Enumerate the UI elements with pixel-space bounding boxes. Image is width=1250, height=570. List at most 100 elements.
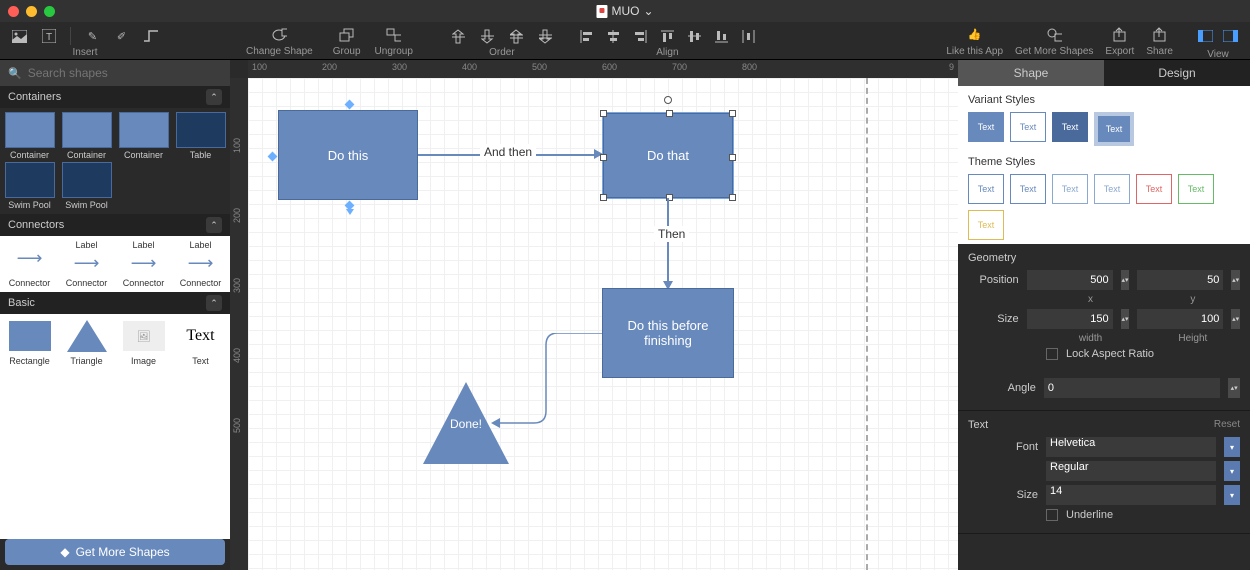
theme-blue-2[interactable]: Text [1010, 174, 1046, 204]
theme-lightblue[interactable]: Text [1052, 174, 1088, 204]
insert-text-icon[interactable]: T [41, 29, 56, 44]
dropdown-icon[interactable]: ▾ [1224, 461, 1240, 481]
shape-swimpool-2[interactable]: Swim Pool [59, 162, 114, 210]
font-size-select[interactable]: 14 [1046, 485, 1216, 505]
underline-checkbox[interactable] [1046, 509, 1058, 521]
shape-container-3[interactable]: Container [116, 112, 171, 160]
resize-handle-n[interactable] [666, 110, 673, 117]
maximize-window-button[interactable] [44, 6, 55, 17]
resize-handle-nw[interactable] [600, 110, 607, 117]
resize-handle-e[interactable] [729, 154, 736, 161]
connector-ab-label[interactable]: And then [480, 144, 536, 160]
dropdown-icon[interactable]: ▾ [1224, 485, 1240, 505]
document-title[interactable]: MUO ⌄ [596, 4, 653, 18]
canvas[interactable]: Do this And then Do that [248, 78, 958, 570]
shape-text[interactable]: TextText [173, 318, 228, 366]
theme-blue[interactable]: Text [968, 174, 1004, 204]
group-icon[interactable] [339, 27, 354, 42]
pen-icon[interactable]: ✐ [114, 29, 129, 44]
position-y-input[interactable] [1137, 270, 1223, 290]
view-sidebar-right-icon[interactable] [1223, 29, 1238, 44]
font-select[interactable]: Helvetica [1046, 437, 1216, 457]
font-weight-select[interactable]: Regular [1046, 461, 1216, 481]
align-middle-v-icon[interactable] [687, 29, 702, 44]
shape-connector-3[interactable]: Label⟶Connector [116, 240, 171, 288]
minimize-window-button[interactable] [26, 6, 37, 17]
chevron-up-icon[interactable]: ⌃ [206, 217, 222, 233]
shape-table[interactable]: Table [173, 112, 228, 160]
stepper[interactable]: ▴▾ [1121, 270, 1130, 290]
close-window-button[interactable] [8, 6, 19, 17]
share-icon[interactable] [1152, 27, 1167, 42]
align-bottom-icon[interactable] [714, 29, 729, 44]
theme-green[interactable]: Text [1178, 174, 1214, 204]
shape-connector-4[interactable]: Label⟶Connector [173, 240, 228, 288]
tab-shape[interactable]: Shape [958, 60, 1104, 86]
resize-handle-se[interactable] [729, 194, 736, 201]
shape-triangle[interactable]: Triangle [59, 318, 114, 366]
tab-design[interactable]: Design [1104, 60, 1250, 86]
theme-red[interactable]: Text [1136, 174, 1172, 204]
send-backward-icon[interactable] [538, 29, 553, 44]
shape-container-1[interactable]: Container [2, 112, 57, 160]
angle-input[interactable] [1044, 378, 1221, 398]
like-icon[interactable]: 👍 [967, 27, 982, 42]
section-containers[interactable]: Containers⌃ [0, 86, 230, 108]
shape-rectangle[interactable]: Rectangle [2, 318, 57, 366]
stepper[interactable]: ▴▾ [1231, 309, 1240, 329]
flowchart-node-b[interactable]: Do that [603, 113, 733, 198]
connector-bc-label[interactable]: Then [654, 226, 689, 242]
ungroup-icon[interactable] [386, 27, 401, 42]
stepper[interactable]: ▴▾ [1121, 309, 1130, 329]
rotate-handle[interactable] [664, 96, 672, 104]
lock-aspect-checkbox[interactable] [1046, 348, 1058, 360]
dropdown-icon[interactable]: ▾ [1224, 437, 1240, 457]
bring-forward-icon[interactable] [509, 29, 524, 44]
search-input[interactable] [28, 66, 222, 80]
add-connector-hint[interactable] [346, 209, 354, 219]
shape-connector-2[interactable]: Label⟶Connector [59, 240, 114, 288]
shape-connector-1[interactable]: ⟶Connector [2, 240, 57, 288]
resize-handle-sw[interactable] [600, 194, 607, 201]
stepper[interactable]: ▴▾ [1231, 270, 1240, 290]
chevron-up-icon[interactable]: ⌃ [206, 295, 222, 311]
reset-button[interactable]: Reset [1214, 419, 1240, 430]
width-input[interactable] [1027, 309, 1113, 329]
ruler-vertical: 100200300400500 [230, 78, 248, 570]
export-icon[interactable] [1112, 27, 1127, 42]
position-x-input[interactable] [1027, 270, 1113, 290]
flowchart-node-a[interactable]: Do this [278, 110, 418, 200]
pencil-icon[interactable]: ✎ [85, 29, 100, 44]
flowchart-node-c[interactable]: Do this before finishing [602, 288, 734, 378]
bring-front-icon[interactable] [451, 29, 466, 44]
variant-4-selected[interactable]: Text [1094, 112, 1134, 146]
view-sidebar-left-icon[interactable] [1198, 29, 1213, 44]
section-connectors[interactable]: Connectors⌃ [0, 214, 230, 236]
stepper[interactable]: ▴▾ [1228, 378, 1240, 398]
align-top-icon[interactable] [660, 29, 675, 44]
send-back-icon[interactable] [480, 29, 495, 44]
resize-handle-w[interactable] [600, 154, 607, 161]
chevron-up-icon[interactable]: ⌃ [206, 89, 222, 105]
distribute-h-icon[interactable] [741, 29, 756, 44]
align-left-icon[interactable] [579, 29, 594, 44]
theme-yellow[interactable]: Text [968, 210, 1004, 240]
align-center-h-icon[interactable] [606, 29, 621, 44]
align-right-icon[interactable] [633, 29, 648, 44]
section-basic[interactable]: Basic⌃ [0, 292, 230, 314]
resize-handle-ne[interactable] [729, 110, 736, 117]
shape-image[interactable]: 🖼Image [116, 318, 171, 366]
search-shapes[interactable]: 🔍 [0, 60, 230, 86]
theme-lightblue-2[interactable]: Text [1094, 174, 1130, 204]
variant-1[interactable]: Text [968, 112, 1004, 142]
shape-container-2[interactable]: Container [59, 112, 114, 160]
insert-image-icon[interactable] [12, 29, 27, 44]
get-more-shapes-button[interactable]: ◆ Get More Shapes [5, 539, 225, 565]
height-input[interactable] [1137, 309, 1223, 329]
variant-2[interactable]: Text [1010, 112, 1046, 142]
shape-swimpool-1[interactable]: Swim Pool [2, 162, 57, 210]
shapes-icon[interactable] [1047, 27, 1062, 42]
change-shape-icon[interactable] [272, 27, 287, 42]
variant-3[interactable]: Text [1052, 112, 1088, 142]
connector-icon[interactable] [143, 29, 158, 44]
